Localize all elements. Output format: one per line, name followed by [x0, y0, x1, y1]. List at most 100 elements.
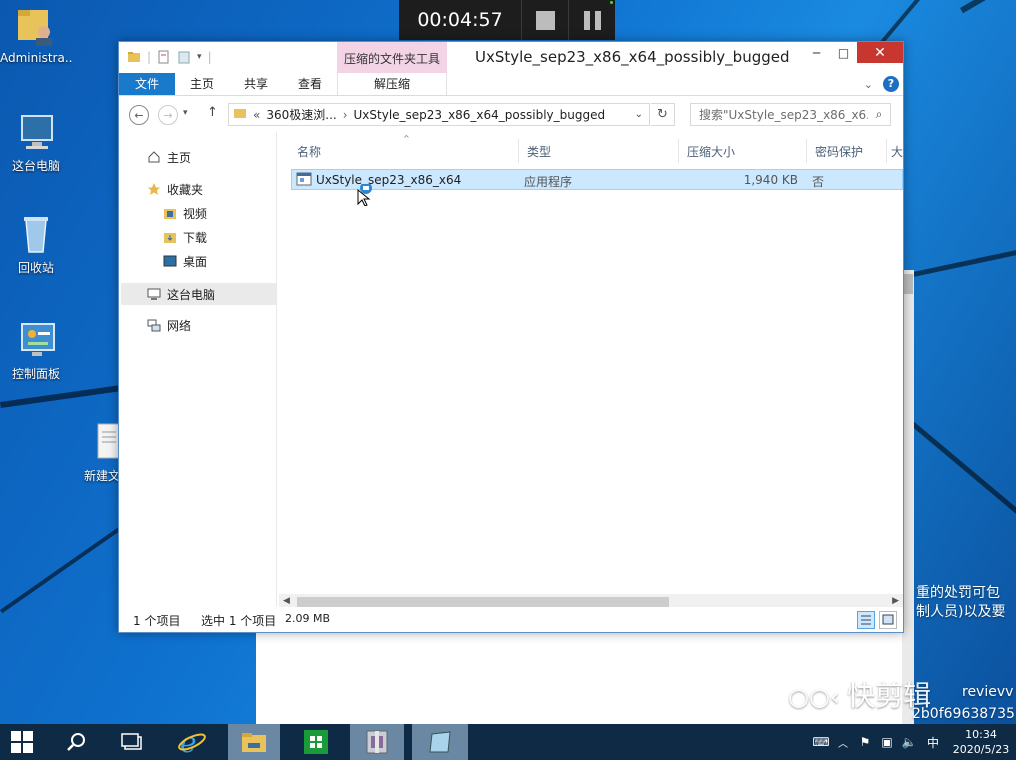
address-dropdown-icon[interactable]: ⌄: [635, 109, 649, 120]
taskbar-notepad-button[interactable]: [412, 724, 468, 760]
computer-icon: [14, 110, 58, 154]
scroll-left-icon[interactable]: ◀: [283, 596, 290, 606]
desktop-icon-recycle-bin[interactable]: 回收站: [0, 212, 72, 276]
folder-icon: [229, 106, 247, 123]
show-hidden-icons-icon[interactable]: ︿: [832, 735, 854, 750]
scroll-right-icon[interactable]: ▶: [892, 596, 899, 606]
column-header-compressed-size[interactable]: 压缩大小: [679, 139, 807, 163]
control-panel-icon: [14, 318, 58, 362]
forward-button[interactable]: →: [158, 105, 178, 125]
search-input[interactable]: 搜索"UxStyle_sep23_x86_x6... ⌕: [690, 103, 891, 126]
watermark-logo: ○○‹ 快剪辑: [788, 679, 932, 712]
computer-icon: [147, 287, 161, 301]
taskbar-search-button[interactable]: [50, 724, 102, 760]
minimize-button[interactable]: ─: [803, 42, 830, 63]
tab-extract[interactable]: 解压缩: [337, 73, 448, 95]
file-list: ^ 名称 类型 压缩大小 密码保护 大 UxStyle_sep23_x86_x6…: [279, 132, 903, 611]
status-item-count: 1 个项目: [133, 614, 181, 628]
taskbar-archive-app-button[interactable]: [350, 724, 404, 760]
back-button[interactable]: ←: [129, 105, 149, 125]
refresh-button[interactable]: ↻: [651, 103, 675, 126]
taskbar-ie-button[interactable]: e: [166, 724, 218, 760]
windows-logo-icon: [11, 731, 33, 753]
start-button[interactable]: [0, 724, 44, 760]
recorder-stop-button[interactable]: [521, 0, 568, 40]
forward-arrow-icon: →: [163, 108, 173, 122]
file-name: UxStyle_sep23_x86_x64: [316, 173, 462, 187]
search-placeholder: 搜索"UxStyle_sep23_x86_x6...: [699, 108, 868, 122]
column-header-size[interactable]: 大: [887, 139, 903, 163]
up-button[interactable]: ↑: [207, 105, 218, 120]
nav-item-home[interactable]: 主页: [147, 147, 191, 167]
table-row[interactable]: UxStyle_sep23_x86_x64 应用程序 1,940 KB 否: [291, 169, 903, 190]
large-icons-view-button[interactable]: [879, 611, 897, 629]
user-folder-icon: [14, 4, 58, 48]
action-center-flag-icon[interactable]: ⚑: [854, 735, 876, 749]
file-explorer-icon: [242, 733, 266, 752]
tab-share[interactable]: 共享: [229, 73, 283, 95]
nav-item-downloads[interactable]: 下载: [163, 227, 207, 247]
desktop-icon-control-panel[interactable]: 控制面板: [0, 318, 72, 382]
tab-view[interactable]: 查看: [283, 73, 337, 95]
status-selected-count: 选中 1 个项目: [201, 614, 277, 628]
expand-ribbon-icon[interactable]: ⌄: [864, 78, 873, 91]
screen-recorder-bar: 00:04:57: [399, 0, 615, 40]
archive-app-icon: [366, 730, 388, 754]
task-view-button[interactable]: [106, 724, 158, 760]
desktop-folder-icon: [163, 254, 177, 268]
close-button[interactable]: ✕: [857, 42, 903, 63]
address-toolbar: ← → ▾ ↑ « 360极速浏... › UxStyle_sep23_x86_…: [119, 96, 903, 132]
window-title: UxStyle_sep23_x86_x64_possibly_bugged: [475, 48, 790, 66]
status-bar: 1 个项目 选中 1 个项目 2.09 MB: [119, 607, 903, 632]
folder-icon: [127, 50, 141, 64]
nav-item-this-pc[interactable]: 这台电脑: [121, 283, 276, 305]
tab-file[interactable]: 文件: [119, 73, 175, 95]
ribbon-tabs: 文件 主页 共享 查看 解压缩 ⌄ ?: [119, 73, 903, 96]
desktop-icon-administrator[interactable]: Administra...: [0, 4, 72, 65]
taskbar-explorer-button[interactable]: [228, 724, 280, 760]
qat-dropdown-icon[interactable]: ▾: [197, 52, 202, 62]
task-view-icon: [121, 733, 142, 750]
file-type: 应用程序: [524, 175, 573, 189]
home-icon: [147, 150, 161, 164]
overlay-text: 重的处罚可包: [916, 585, 1000, 601]
taskbar-store-button[interactable]: [290, 724, 342, 760]
recorder-pause-button[interactable]: [568, 0, 615, 40]
recycle-bin-icon: [14, 212, 58, 256]
system-tray: ⌨ ︿ ⚑ ▣ 🔈 中 10:34 2020/5/23: [810, 724, 1016, 760]
search-icon: ⌕: [875, 107, 883, 121]
title-bar[interactable]: | ▾ | 压缩的文件夹工具 UxStyle_sep23_x86_x64_pos…: [119, 42, 903, 73]
file-password: 否: [812, 175, 825, 189]
nav-item-network[interactable]: 网络: [147, 315, 191, 335]
system-clock[interactable]: 10:34 2020/5/23: [946, 727, 1016, 757]
new-folder-icon[interactable]: [177, 50, 191, 64]
volume-icon[interactable]: 🔈: [898, 735, 920, 749]
desktop-icon-label: 控制面板: [11, 367, 60, 381]
nav-item-desktop[interactable]: 桌面: [163, 251, 207, 271]
network-tray-icon[interactable]: ▣: [876, 735, 898, 749]
details-view-button[interactable]: [857, 611, 875, 629]
recorder-time: 00:04:57: [417, 9, 503, 31]
properties-icon[interactable]: [157, 50, 171, 64]
breadcrumb-segment[interactable]: 360极速浏...: [266, 106, 342, 123]
breadcrumb-segment[interactable]: UxStyle_sep23_x86_x64_possibly_bugged: [348, 108, 612, 122]
ime-indicator[interactable]: 中: [920, 734, 946, 751]
column-header-type[interactable]: 类型: [519, 139, 679, 163]
recent-locations-icon[interactable]: ▾: [183, 108, 188, 118]
network-icon: [147, 318, 161, 332]
help-icon[interactable]: ?: [883, 76, 899, 92]
star-icon: [147, 182, 161, 196]
nav-item-favorites[interactable]: 收藏夹: [147, 179, 203, 199]
large-icons-view-icon: [882, 614, 894, 625]
breadcrumb-overflow[interactable]: «: [247, 108, 266, 122]
tab-home[interactable]: 主页: [175, 73, 229, 95]
keyboard-icon[interactable]: ⌨: [810, 735, 832, 749]
address-bar[interactable]: « 360极速浏... › UxStyle_sep23_x86_x64_poss…: [228, 103, 650, 126]
column-header-password[interactable]: 密码保护: [807, 139, 887, 163]
column-header-name[interactable]: 名称: [289, 139, 519, 163]
maximize-button[interactable]: □: [830, 42, 857, 63]
desktop-icon-label: 这台电脑: [11, 159, 60, 173]
nav-item-videos[interactable]: 视频: [163, 203, 207, 223]
desktop-icon-this-pc[interactable]: 这台电脑: [0, 110, 72, 174]
back-arrow-icon: ←: [134, 108, 144, 122]
